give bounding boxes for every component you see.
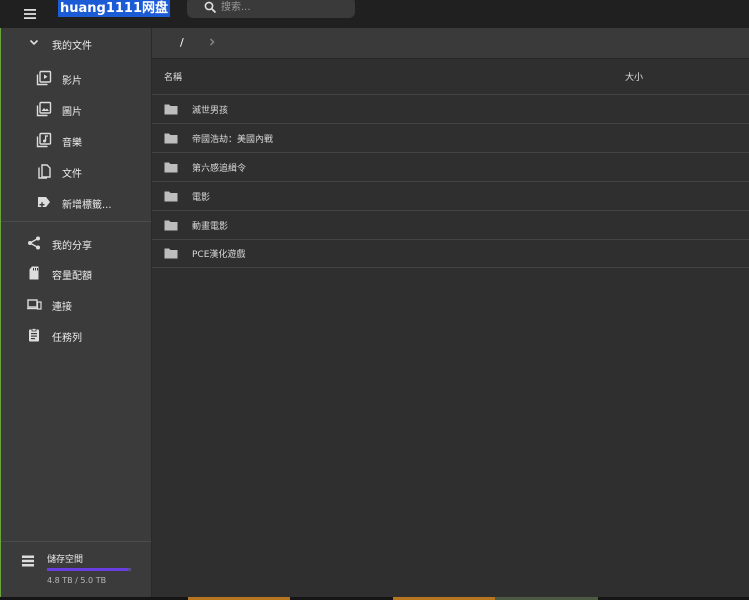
search-box[interactable] <box>187 0 355 18</box>
sd-card-icon <box>26 265 42 281</box>
sidebar-item-label: 任務列 <box>52 333 82 344</box>
folder-icon <box>164 161 178 176</box>
menu-icon[interactable] <box>22 6 38 22</box>
sidebar-item-add-tag[interactable]: 新增標籤... <box>1 187 151 217</box>
sidebar-item-label: 圖片 <box>62 107 82 118</box>
add-tag-icon <box>36 194 52 210</box>
sidebar: 我的文件 影片 圖片 音樂 文件 新增標籤... 我的分享 容量配額 連接 任務… <box>0 28 152 597</box>
file-row[interactable]: 帝國浩劫：美國內戰 <box>152 124 749 153</box>
share-icon <box>26 235 42 251</box>
sidebar-item-my-files[interactable]: 我的文件 <box>1 28 151 58</box>
sidebar-item-label: 文件 <box>62 169 82 180</box>
chevron-right-icon[interactable] <box>206 36 218 51</box>
sidebar-item-label: 連接 <box>52 302 72 313</box>
column-header-size[interactable]: 大小 <box>625 70 643 83</box>
file-row[interactable]: PCE漢化遊戲 <box>152 239 749 268</box>
sidebar-item-label: 我的文件 <box>52 41 92 52</box>
sidebar-item-label: 影片 <box>62 76 82 87</box>
breadcrumb-root[interactable]: / <box>180 36 184 49</box>
file-name: 滅世男孩 <box>192 106 229 116</box>
folder-icon <box>164 247 178 262</box>
storage-icon <box>21 554 35 571</box>
sidebar-item-connections[interactable]: 連接 <box>1 289 151 319</box>
breadcrumb: / <box>152 28 749 59</box>
storage-progress-fill <box>47 568 128 571</box>
file-row[interactable]: 動畫電影 <box>152 211 749 240</box>
sidebar-item-label: 新增標籤... <box>62 200 112 211</box>
sidebar-item-label: 音樂 <box>62 138 82 149</box>
music-library-icon <box>36 132 52 148</box>
column-header-name[interactable]: 名稱 <box>164 70 182 83</box>
photo-library-icon <box>36 101 52 117</box>
sidebar-item-my-shares[interactable]: 我的分享 <box>1 228 151 258</box>
file-row[interactable]: 電影 <box>152 182 749 211</box>
sidebar-item-documents[interactable]: 文件 <box>1 156 151 186</box>
file-name: 第六感追緝令 <box>192 164 247 174</box>
list-header: 名稱 大小 <box>152 59 749 95</box>
storage-panel[interactable]: 儲存空間 4.8 TB / 5.0 TB <box>1 541 151 598</box>
sidebar-item-label: 容量配額 <box>52 271 92 282</box>
sidebar-divider <box>1 221 151 222</box>
app-bar: huang1111网盘 <box>0 0 749 28</box>
app-title: huang1111网盘 <box>58 0 171 17</box>
folder-icon <box>164 132 178 147</box>
devices-icon <box>26 296 42 312</box>
storage-title: 儲存空間 <box>47 555 84 565</box>
file-browser: / 名稱 大小 滅世男孩 帝國浩劫：美國內戰 第六感追緝令 電影 動畫電影 PC… <box>152 28 749 597</box>
sidebar-item-videos[interactable]: 影片 <box>1 63 151 93</box>
folder-icon <box>164 190 178 205</box>
sidebar-item-quota[interactable]: 容量配額 <box>1 258 151 288</box>
file-name: 電影 <box>192 193 211 203</box>
file-name: PCE漢化遊戲 <box>192 250 246 260</box>
file-row[interactable]: 第六感追緝令 <box>152 153 749 182</box>
chevron-down-icon <box>27 35 43 51</box>
search-icon <box>204 1 217 14</box>
search-input[interactable] <box>221 0 346 15</box>
sidebar-item-label: 我的分享 <box>52 241 92 252</box>
file-name: 帝國浩劫：美國內戰 <box>192 135 274 145</box>
folder-icon <box>164 219 178 234</box>
storage-usage: 4.8 TB / 5.0 TB <box>47 576 107 585</box>
folder-icon <box>164 103 178 118</box>
sidebar-item-music[interactable]: 音樂 <box>1 125 151 155</box>
video-library-icon <box>36 70 52 86</box>
storage-progress-bar <box>47 568 131 571</box>
file-name: 動畫電影 <box>192 222 229 232</box>
sidebar-item-tasks[interactable]: 任務列 <box>1 320 151 350</box>
clipboard-icon <box>26 327 42 343</box>
file-row[interactable]: 滅世男孩 <box>152 95 749 124</box>
documents-icon <box>36 163 52 179</box>
sidebar-item-photos[interactable]: 圖片 <box>1 94 151 124</box>
